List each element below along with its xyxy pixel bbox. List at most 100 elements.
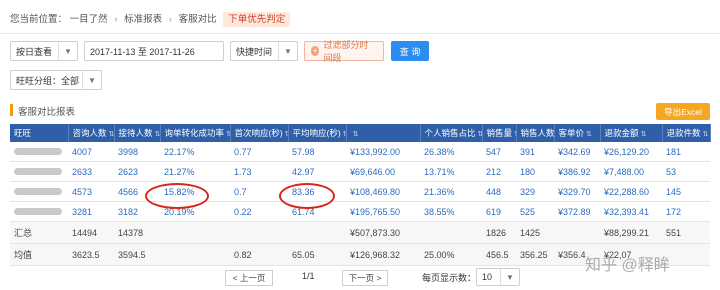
next-page-label: 下一页 > — [348, 273, 382, 283]
column-header[interactable]: 旺旺 — [10, 124, 69, 142]
divider — [0, 33, 720, 34]
table-cell: 3182 — [114, 201, 160, 222]
table-row[interactable]: 4007 3998 22.17% 0.77 57.98 ¥133,992.00 26.38%… — [10, 142, 710, 162]
export-excel-button[interactable]: 导出Excel — [656, 103, 710, 120]
summary-cell — [288, 221, 346, 244]
table-row[interactable]: 3281 3182 20.19% 0.22 61.74 ¥195,765.50 38.55%… — [10, 201, 710, 222]
compare-table: 旺旺 咨询人数⇅ 接待人数⇅ 询单转化成功率⇅ 首次响应(秒)⇅ 平均响应(秒)… — [10, 124, 711, 266]
table-cell: 4573 — [68, 181, 114, 202]
summary-cell: 1826 — [482, 221, 516, 244]
column-header[interactable]: 咨询人数 ⇅ — [68, 124, 115, 142]
sort-icon: ⇅ — [154, 131, 160, 138]
summary-cell: 25.00% — [420, 243, 482, 266]
summary-cell: 551 — [662, 221, 710, 244]
table-cell: 2633 — [68, 161, 114, 182]
column-header[interactable]: 询单转化成功率⇅ — [160, 124, 231, 142]
summary-cell: 14378 — [114, 221, 160, 244]
sort-icon: ⇅ — [640, 131, 647, 138]
table-cell: 83.36 — [288, 181, 346, 202]
sort-icon: ⇅ — [108, 131, 114, 138]
breadcrumb-separator: › — [168, 14, 172, 25]
table-row[interactable]: 2633 2623 21.27% 1.73 42.97 ¥69,646.00 13.71% 2… — [10, 161, 710, 182]
table-cell: 61.74 — [288, 201, 346, 222]
table-cell: 3998 — [114, 142, 160, 162]
table-cell: 26.38% — [420, 142, 482, 162]
quick-time-select[interactable]: 快捷时间 ▼ — [230, 41, 298, 61]
priority-tag[interactable]: 下单优先判定 — [223, 12, 291, 27]
table-cell: 1.73 — [230, 161, 288, 182]
breadcrumb-separator: › — [114, 14, 118, 25]
column-header[interactable]: 首次响应(秒)⇅ — [230, 124, 289, 142]
summary-cell: 0.82 — [230, 243, 288, 266]
summary-cell: ¥126,968.32 — [346, 243, 420, 266]
table-cell: ¥69,646.00 — [346, 161, 420, 182]
table-cell: 448 — [482, 181, 516, 202]
table-cell: ¥133,992.00 — [346, 142, 420, 162]
table-cell: 3281 — [68, 201, 114, 222]
table-cell: 525 — [516, 201, 554, 222]
column-header[interactable]: 退款金额 ⇅ — [600, 124, 663, 142]
breadcrumb-item-compare[interactable]: 客服对比 — [179, 14, 217, 25]
summary-cell — [160, 221, 230, 244]
breadcrumb-item-reports[interactable]: 标准报表 — [124, 14, 162, 25]
next-page-button[interactable]: 下一页 > — [342, 270, 388, 286]
column-header[interactable]: 客单价 ⇅ — [554, 124, 601, 142]
prev-page-label: < 上一页 — [232, 273, 266, 283]
table-cell: 181 — [662, 142, 710, 162]
filter-time-label: 过滤部分时间段 — [323, 40, 369, 63]
page-indicator: 1/1 — [302, 271, 315, 281]
column-header[interactable]: 个人销售占比⇅ — [420, 124, 483, 142]
sort-icon: ⇅ — [586, 131, 592, 138]
table-cell: ¥329.70 — [554, 181, 600, 202]
filter-time-button[interactable]: + 过滤部分时间段 — [304, 40, 384, 63]
table-cell: ¥372.89 — [554, 201, 600, 222]
table-cell: ¥22,288.60 — [600, 181, 662, 202]
summary-cell: ¥507,873.30 — [346, 221, 420, 244]
column-header[interactable]: 销售人数⇅ — [516, 124, 555, 142]
wangwang-name-redacted — [10, 161, 68, 182]
table-cell: 145 — [662, 181, 710, 202]
watermark: 知乎 @释眸 — [585, 257, 670, 274]
date-range-input[interactable]: 2017-11-13 至 2017-11-26 — [84, 41, 224, 61]
summary-cell: 1425 — [516, 221, 554, 244]
wangwang-name-redacted — [10, 142, 68, 162]
table-cell: 21.36% — [420, 181, 482, 202]
wangwang-name-redacted — [10, 181, 68, 202]
column-header[interactable]: 销售量⇅ — [482, 124, 517, 142]
column-header[interactable]: 退款件数 ⇅ — [662, 124, 711, 142]
redacted-name — [14, 167, 62, 175]
column-header[interactable]: 接待人数 ⇅ — [114, 124, 161, 142]
date-range-value: 2017-11-13 至 2017-11-26 — [90, 46, 195, 57]
redacted-name — [14, 147, 62, 155]
column-header[interactable]: ⇅ — [346, 124, 421, 142]
table-cell: 329 — [516, 181, 554, 202]
table-cell: ¥32,393.41 — [600, 201, 662, 222]
page-size-select[interactable]: 10 ▼ — [476, 268, 520, 286]
view-mode-select[interactable]: 按日查看 ▼ — [10, 41, 78, 61]
query-button[interactable]: 查 询 — [391, 41, 429, 61]
table-header-row: 旺旺 咨询人数⇅ 接待人数⇅ 询单转化成功率⇅ 首次响应(秒)⇅ 平均响应(秒)… — [10, 124, 711, 142]
table-cell: ¥342.69 — [554, 142, 600, 162]
table-cell: 619 — [482, 201, 516, 222]
summary-cell — [554, 221, 600, 244]
export-label: 导出Excel — [664, 106, 702, 117]
group-select[interactable]: 旺旺分组：全部 ▼ — [10, 70, 102, 90]
summary-cell — [420, 221, 482, 244]
table-cell: 547 — [482, 142, 516, 162]
redacted-name — [14, 207, 62, 215]
breadcrumb-item-overview[interactable]: 一目了然 — [70, 14, 108, 25]
table-cell: 20.19% — [160, 201, 230, 222]
table-cell: 57.98 — [288, 142, 346, 162]
summary-cell: 65.05 — [288, 243, 346, 266]
table-row[interactable]: 4573 4566 15.82% 0.7 83.36 ¥108,469.80 21.36% 4… — [10, 181, 710, 202]
summary-cell: 均值 — [10, 243, 68, 266]
table-cell: 172 — [662, 201, 710, 222]
summary-cell — [230, 221, 288, 244]
column-header[interactable]: 平均响应(秒)⇅ — [288, 124, 347, 142]
sort-icon: ⇅ — [478, 131, 481, 138]
chevron-down-icon: ▼ — [500, 269, 519, 285]
table-cell: 53 — [662, 161, 710, 182]
prev-page-button[interactable]: < 上一页 — [225, 270, 273, 286]
table-cell: 2623 — [114, 161, 160, 182]
summary-row-total: 汇总 14494 14378 ¥507,873.30 1826 1425 ¥88,299.2… — [10, 221, 710, 244]
